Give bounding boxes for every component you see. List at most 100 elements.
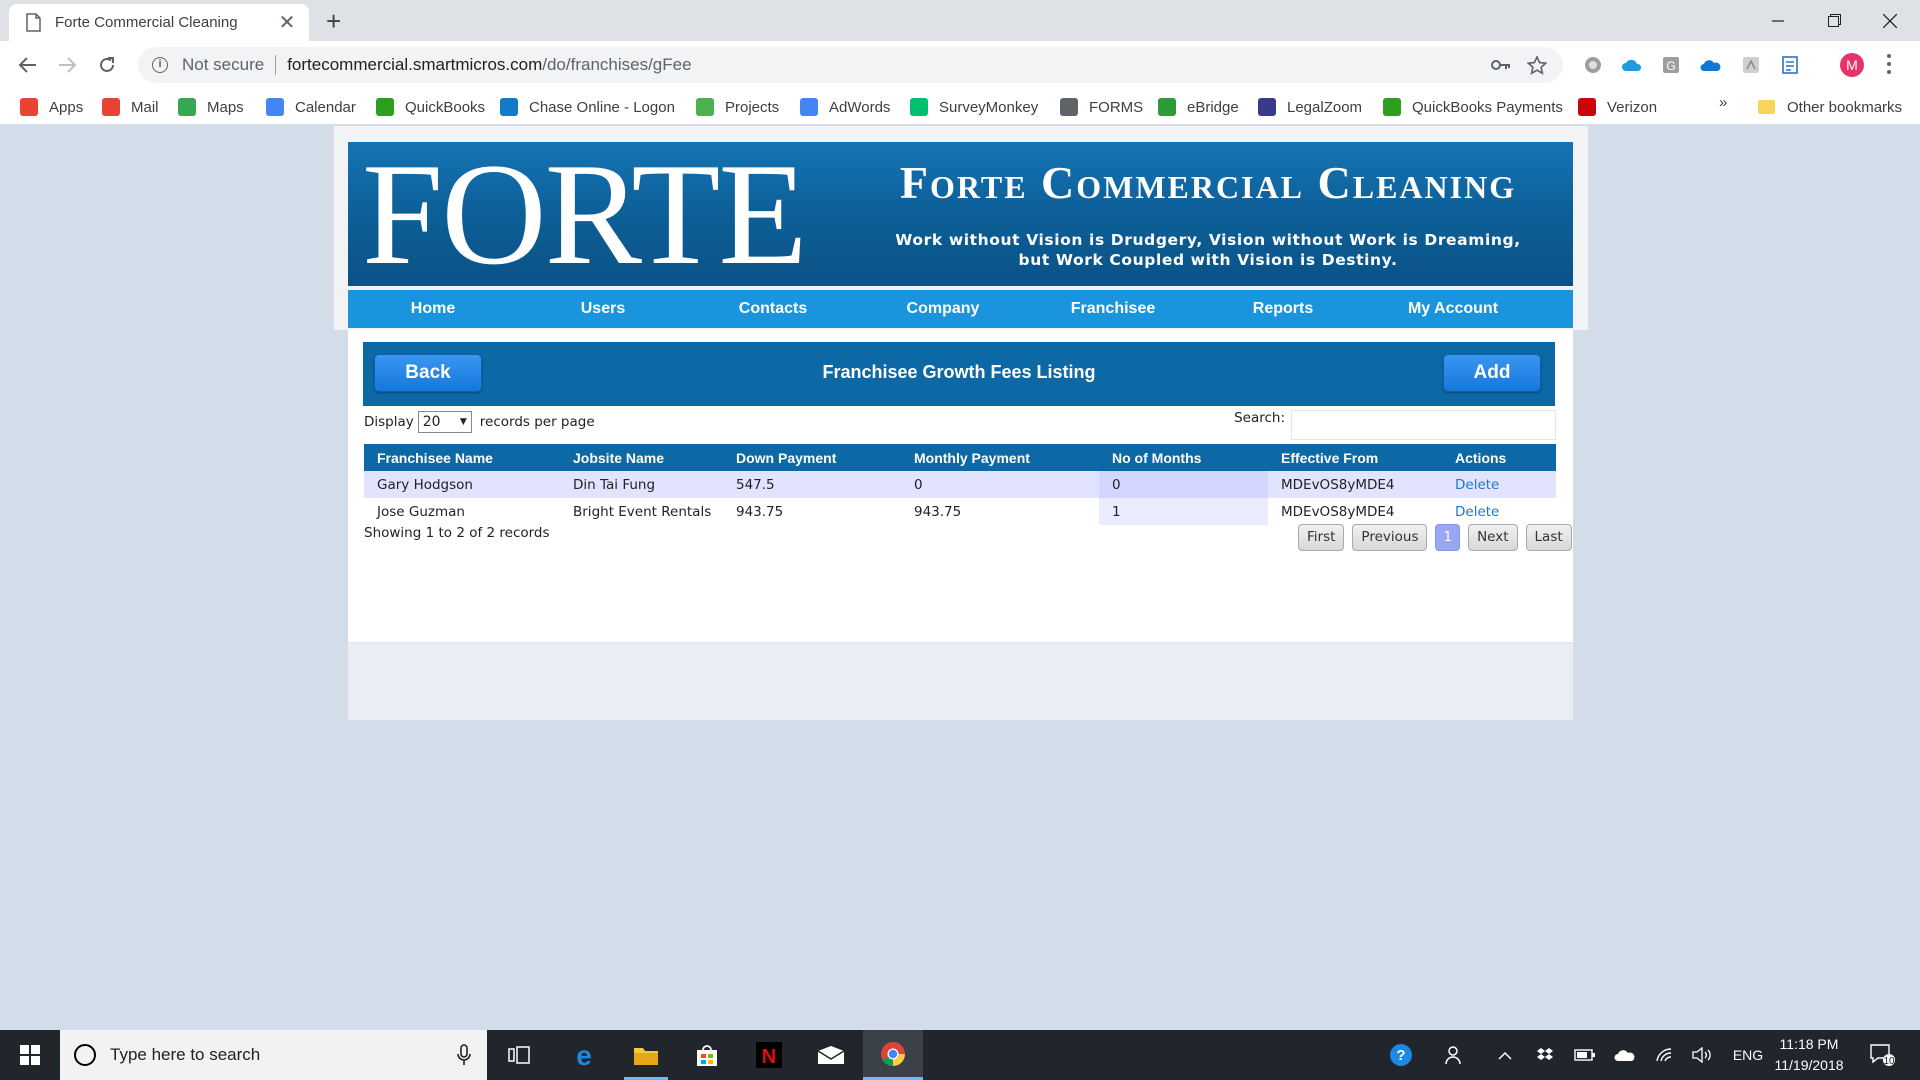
back-arrow-icon[interactable] <box>10 47 46 83</box>
nav-home[interactable]: Home <box>348 290 518 328</box>
bookmarks-overflow-button[interactable]: » <box>1719 94 1727 111</box>
taskbar-search[interactable]: Type here to search <box>60 1030 487 1080</box>
column-header[interactable]: No of Months <box>1099 444 1268 471</box>
bookmark-mail[interactable]: Mail <box>102 89 159 125</box>
bookmark-label: LegalZoom <box>1287 98 1363 116</box>
onedrive-icon[interactable] <box>1700 54 1722 76</box>
other-bookmarks[interactable]: Other bookmarks <box>1758 89 1902 125</box>
file-explorer-icon[interactable] <box>616 1030 676 1080</box>
close-tab-icon[interactable]: ✕ <box>277 10 297 35</box>
chevron-down-icon: ▼ <box>459 417 467 427</box>
previous-page-button[interactable]: Previous <box>1352 524 1428 551</box>
svg-text:e: e <box>576 1042 592 1068</box>
effective-from-cell: MDEvOS8yMDE4 <box>1268 471 1442 498</box>
cloud-extension-icon[interactable] <box>1621 54 1643 76</box>
verizon-icon <box>1578 98 1596 116</box>
info-icon[interactable]: i <box>152 57 168 73</box>
apps-grid-icon <box>20 98 38 116</box>
windows-start-icon[interactable] <box>0 1030 60 1080</box>
star-icon[interactable] <box>1527 56 1547 75</box>
chrome-menu-icon[interactable] <box>1886 52 1892 76</box>
nav-contacts[interactable]: Contacts <box>688 290 858 328</box>
edge-icon[interactable]: e <box>554 1030 614 1080</box>
bookmark-projects[interactable]: Projects <box>696 89 779 125</box>
address-bar[interactable]: i Not secure fortecommercial.smartmicros… <box>138 47 1563 83</box>
column-header[interactable]: Franchisee Name <box>364 444 560 471</box>
bookmark-surveymonkey[interactable]: SurveyMonkey <box>910 89 1038 125</box>
web-page: FORTE Forte Commercial Cleaning Work wit… <box>0 126 1920 1030</box>
mail-app-icon[interactable] <box>801 1030 861 1080</box>
chrome-taskbar-icon[interactable] <box>863 1030 923 1080</box>
delete-link[interactable]: Delete <box>1442 498 1556 525</box>
restore-icon[interactable] <box>1806 0 1862 41</box>
column-header[interactable]: Effective From <box>1268 444 1442 471</box>
franchisee-cell: Gary Hodgson <box>364 471 560 498</box>
wifi-icon[interactable] <box>1650 1030 1680 1080</box>
browser-tab[interactable]: Forte Commercial Cleaning ✕ <box>9 4 309 41</box>
column-header[interactable]: Monthly Payment <box>901 444 1099 471</box>
input-language[interactable]: ENG <box>1728 1030 1768 1080</box>
profile-avatar[interactable]: M <box>1840 53 1864 77</box>
dropbox-icon[interactable] <box>1530 1030 1560 1080</box>
show-hidden-icons[interactable] <box>1490 1030 1520 1080</box>
column-header[interactable]: Actions <box>1442 444 1556 471</box>
minimize-icon[interactable] <box>1750 0 1806 41</box>
notes-extension-icon[interactable] <box>1780 54 1802 76</box>
first-page-button[interactable]: First <box>1298 524 1345 551</box>
bookmark-forms[interactable]: FORMS <box>1060 89 1143 125</box>
close-window-icon[interactable] <box>1862 0 1918 41</box>
nav-users[interactable]: Users <box>518 290 688 328</box>
bookmark-chase-online-logon[interactable]: Chase Online - Logon <box>500 89 675 125</box>
bookmark-quickbooks-payments[interactable]: QuickBooks Payments <box>1383 89 1563 125</box>
microphone-icon[interactable] <box>457 1044 471 1066</box>
page-title: Franchisee Growth Fees Listing <box>822 362 1096 382</box>
tab-title: Forte Commercial Cleaning <box>55 14 238 31</box>
nav-reports[interactable]: Reports <box>1198 290 1368 328</box>
bookmark-calendar[interactable]: Calendar <box>266 89 356 125</box>
delete-link[interactable]: Delete <box>1442 471 1556 498</box>
action-center-icon[interactable]: 10 <box>1862 1030 1902 1080</box>
per-page-value: 20 <box>422 414 441 430</box>
last-page-button[interactable]: Last <box>1525 524 1572 551</box>
clock-date: 11/19/2018 <box>1774 1057 1844 1073</box>
bookmark-verizon[interactable]: Verizon <box>1578 89 1657 125</box>
bookmark-adwords[interactable]: AdWords <box>800 89 890 125</box>
effective-from-cell: MDEvOS8yMDE4 <box>1281 503 1395 520</box>
display-label: Display <box>364 414 414 430</box>
bookmark-apps[interactable]: Apps <box>20 89 83 125</box>
task-view-icon[interactable] <box>489 1030 549 1080</box>
nav-franchisee[interactable]: Franchisee <box>1028 290 1198 328</box>
new-tab-button[interactable]: + <box>326 4 341 38</box>
key-icon[interactable] <box>1491 56 1511 74</box>
reload-icon[interactable] <box>89 47 125 83</box>
url-text[interactable]: fortecommercial.smartmicros.com/do/franc… <box>287 55 691 75</box>
current-page-button[interactable]: 1 <box>1435 524 1461 551</box>
volume-icon[interactable] <box>1688 1030 1718 1080</box>
column-header[interactable]: Jobsite Name <box>560 444 723 471</box>
next-page-button[interactable]: Next <box>1468 524 1518 551</box>
store-icon[interactable] <box>677 1030 737 1080</box>
add-button[interactable]: Add <box>1443 354 1541 392</box>
bookmark-quickbooks[interactable]: QuickBooks <box>376 89 485 125</box>
system-clock[interactable]: 11:18 PM 11/19/2018 <box>1770 1034 1848 1076</box>
netflix-icon[interactable]: N <box>739 1030 799 1080</box>
pdf-extension-icon[interactable] <box>1740 54 1762 76</box>
search-input[interactable] <box>1291 410 1556 440</box>
onedrive-tray-icon[interactable] <box>1610 1030 1640 1080</box>
bookmark-maps[interactable]: Maps <box>178 89 244 125</box>
help-icon[interactable]: ? <box>1386 1030 1416 1080</box>
battery-icon[interactable] <box>1570 1030 1600 1080</box>
bookmark-ebridge[interactable]: eBridge <box>1158 89 1239 125</box>
bookmark-label: Apps <box>49 98 84 116</box>
forward-arrow-icon[interactable] <box>49 47 85 83</box>
people-icon[interactable] <box>1440 1030 1470 1080</box>
nav-my-account[interactable]: My Account <box>1368 290 1538 328</box>
calendar-icon <box>266 98 284 116</box>
records-per-page-select[interactable]: 20 ▼ <box>417 411 472 433</box>
grammar-extension-icon[interactable]: G <box>1660 54 1682 76</box>
extension-circle-icon[interactable] <box>1582 54 1604 76</box>
column-header[interactable]: Down Payment <box>723 444 901 471</box>
nav-company[interactable]: Company <box>858 290 1028 328</box>
bookmark-legalzoom[interactable]: LegalZoom <box>1258 89 1362 125</box>
bookmark-label: Calendar <box>295 98 356 116</box>
